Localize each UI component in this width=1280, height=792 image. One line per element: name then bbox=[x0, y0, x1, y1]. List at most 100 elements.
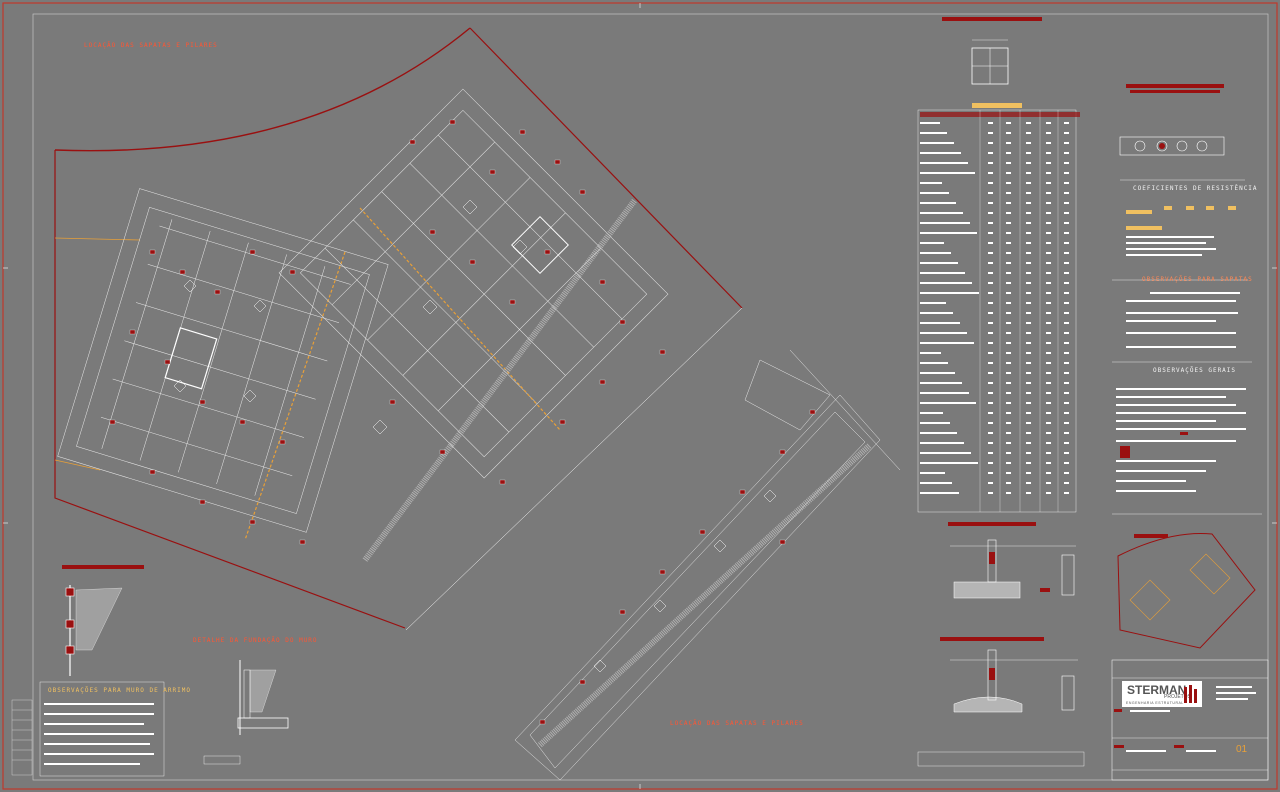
table-cell bbox=[1026, 202, 1031, 204]
table-cell bbox=[1046, 122, 1051, 124]
drawing-sheet bbox=[2, 2, 1278, 790]
table-cell bbox=[1064, 232, 1069, 234]
table-cell bbox=[1046, 372, 1051, 374]
table-cell bbox=[1026, 232, 1031, 234]
table-cell bbox=[1064, 402, 1069, 404]
table-cell bbox=[1006, 132, 1011, 134]
company-logo: STERMAN PROJETOS ENGENHARIA ESTRUTURAL bbox=[1122, 681, 1202, 707]
table-row bbox=[920, 342, 974, 344]
table-cell bbox=[1064, 122, 1069, 124]
table-row bbox=[920, 252, 951, 254]
table-cell bbox=[988, 392, 993, 394]
footing-schedule-table bbox=[917, 103, 1080, 513]
table-row bbox=[920, 452, 971, 454]
table-cell bbox=[1064, 382, 1069, 384]
table-cell bbox=[988, 232, 993, 234]
table-cell bbox=[988, 382, 993, 384]
table-cell bbox=[988, 422, 993, 424]
table-cell bbox=[1046, 142, 1051, 144]
table-cell bbox=[1006, 242, 1011, 244]
table-cell bbox=[1064, 282, 1069, 284]
table-cell bbox=[1026, 372, 1031, 374]
table-cell bbox=[1006, 272, 1011, 274]
wall-foundation-detail bbox=[203, 660, 289, 765]
table-cell bbox=[1006, 202, 1011, 204]
table-cell bbox=[1006, 392, 1011, 394]
table-cell bbox=[988, 472, 993, 474]
table-cell bbox=[1026, 382, 1031, 384]
table-row bbox=[920, 232, 977, 234]
table-cell bbox=[1046, 192, 1051, 194]
table-cell bbox=[988, 212, 993, 214]
table-cell bbox=[1064, 262, 1069, 264]
table-cell bbox=[1026, 472, 1031, 474]
table-cell bbox=[1026, 122, 1031, 124]
table-row bbox=[920, 492, 959, 494]
table-cell bbox=[1026, 332, 1031, 334]
table-cell bbox=[988, 442, 993, 444]
table-cell bbox=[1006, 452, 1011, 454]
table-cell bbox=[1006, 402, 1011, 404]
table-row bbox=[920, 302, 946, 304]
table-cell bbox=[1046, 172, 1051, 174]
table-cell bbox=[1006, 142, 1011, 144]
table-cell bbox=[1046, 462, 1051, 464]
table-cell bbox=[1064, 392, 1069, 394]
table-cell bbox=[1046, 342, 1051, 344]
table-cell bbox=[1006, 172, 1011, 174]
table-cell bbox=[988, 482, 993, 484]
table-row bbox=[920, 312, 953, 314]
table-cell bbox=[988, 142, 993, 144]
table-cell bbox=[1046, 422, 1051, 424]
table-cell bbox=[1026, 242, 1031, 244]
table-cell bbox=[1064, 132, 1069, 134]
table-cell bbox=[1026, 262, 1031, 264]
table-cell bbox=[988, 452, 993, 454]
table-cell bbox=[1046, 162, 1051, 164]
table-cell bbox=[1026, 432, 1031, 434]
table-cell bbox=[1064, 172, 1069, 174]
table-cell bbox=[1064, 312, 1069, 314]
table-cell bbox=[988, 192, 993, 194]
table-cell bbox=[1064, 302, 1069, 304]
table-row bbox=[920, 282, 972, 284]
table-cell bbox=[1026, 322, 1031, 324]
footing-section-2 bbox=[917, 637, 1085, 767]
table-cell bbox=[1006, 442, 1011, 444]
table-cell bbox=[988, 342, 993, 344]
plan-title-secondary: LOCAÇÃO DAS SAPATAS E PILARES bbox=[670, 720, 804, 727]
table-cell bbox=[1026, 162, 1031, 164]
notes-footing-title: OBSERVAÇÕES PARA SAPATAS bbox=[1142, 276, 1253, 283]
table-cell bbox=[1026, 452, 1031, 454]
table-cell bbox=[1006, 422, 1011, 424]
detail-wall-title: DETALHE DA FUNDAÇÃO DO MURO bbox=[193, 637, 318, 644]
table-row bbox=[920, 402, 976, 404]
table-cell bbox=[1026, 272, 1031, 274]
table-cell bbox=[988, 332, 993, 334]
table-cell bbox=[1046, 362, 1051, 364]
table-row bbox=[920, 432, 957, 434]
retaining-wall-detail bbox=[11, 565, 165, 777]
company-tagline: ENGENHARIA ESTRUTURAL bbox=[1126, 701, 1184, 705]
table-row bbox=[920, 472, 945, 474]
foundation-plan bbox=[54, 27, 901, 781]
sheet-number: 01 bbox=[1236, 744, 1248, 755]
table-cell bbox=[988, 372, 993, 374]
table-cell bbox=[1006, 122, 1011, 124]
table-cell bbox=[988, 132, 993, 134]
table-cell bbox=[1026, 132, 1031, 134]
table-cell bbox=[1046, 202, 1051, 204]
table-row bbox=[920, 212, 963, 214]
table-row bbox=[920, 372, 955, 374]
table-cell bbox=[1064, 482, 1069, 484]
table-cell bbox=[1064, 462, 1069, 464]
table-cell bbox=[1046, 262, 1051, 264]
table-cell bbox=[988, 322, 993, 324]
table-row bbox=[920, 382, 962, 384]
table-cell bbox=[1064, 372, 1069, 374]
table-cell bbox=[1026, 442, 1031, 444]
table-cell bbox=[1064, 452, 1069, 454]
table-cell bbox=[988, 352, 993, 354]
table-cell bbox=[1064, 412, 1069, 414]
table-cell bbox=[1064, 422, 1069, 424]
